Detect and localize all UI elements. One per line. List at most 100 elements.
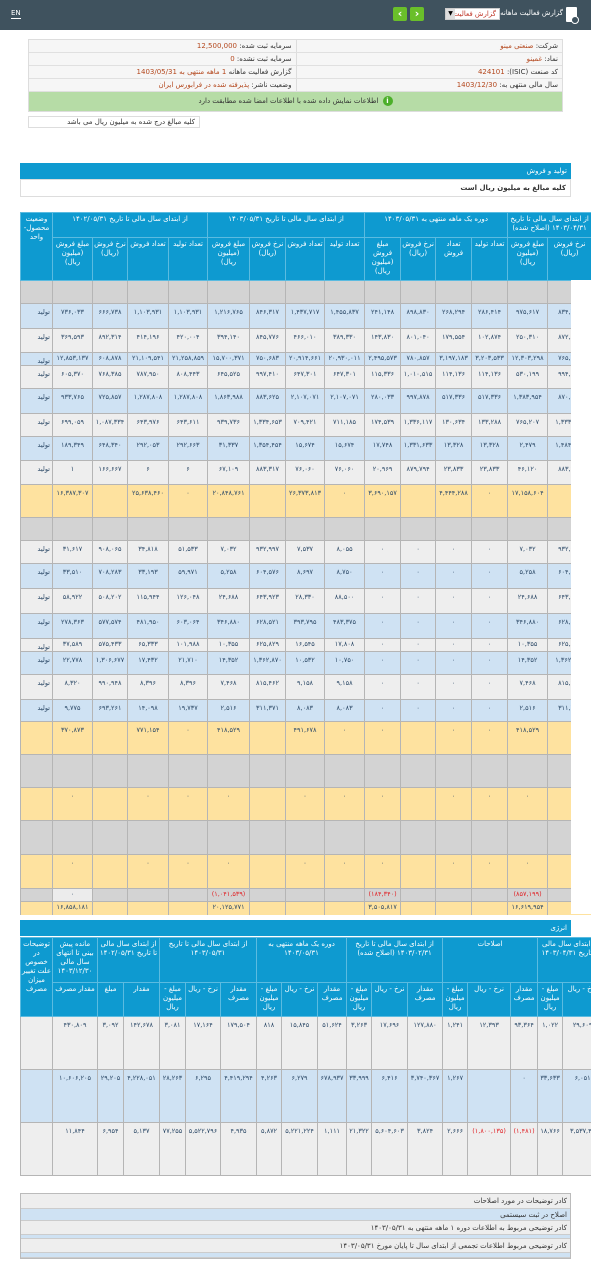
table-cell	[400, 820, 437, 855]
table-cell: ۹۹۷,۸۷۸	[400, 388, 437, 414]
table-cell: ۸۹۸,۸۳۰	[400, 303, 437, 329]
product-status: تولید	[20, 674, 53, 700]
table-cell: ۹,۱۵۸	[324, 674, 366, 700]
table-cell	[167, 888, 209, 902]
table-cell	[249, 280, 287, 304]
column-header: مبلغ - میلیون ریال	[159, 982, 186, 1017]
table-cell: ۰	[471, 674, 509, 700]
table-cell: ۰	[400, 674, 437, 700]
table-cell: ۱۵,۸۴۵	[281, 1016, 319, 1070]
column-header: نرخ - ریال	[562, 982, 591, 1017]
table-cell: ۰	[324, 787, 366, 821]
description-header: توضیحات در خصوص علت تغییر میزان مصرف	[20, 937, 53, 1017]
table-row: تولید ۶۹۹,۰۵۹ ۱,۰۸۷,۳۳۴ ۶۴۳,۹۷۶ ۶۴۳,۶۱۱ ۹۳۹,۷…	[20, 413, 591, 437]
table-cell: ۰	[364, 854, 402, 889]
table-cell	[400, 280, 437, 304]
table-cell: ۶۴۷,۳۰۱	[285, 365, 326, 389]
table-cell: ۱,۲۴۱	[442, 1016, 469, 1070]
table-cell	[435, 517, 473, 541]
table-cell: ۰	[364, 674, 402, 700]
table-cell: ۸,۰۵۵	[324, 540, 366, 564]
production-unit-note: کلیه مبالغ به میلیون ریال است	[20, 179, 571, 197]
table-cell	[92, 280, 128, 304]
table-cell: ۳۷,۵۸۹	[52, 638, 93, 652]
table-row	[20, 517, 591, 541]
table-cell: ۲۸۰,۰۳۳	[364, 388, 402, 414]
period-group-header: دوره یک ماهه منتهی به ۱۴۰۳/۰۵/۳۱	[256, 937, 348, 983]
table-cell: ۵,۲۵۸	[207, 563, 251, 589]
product-status	[20, 888, 53, 902]
table-row: تولید ۶۰۵,۳۷۰ ۷۶۸,۳۸۵ ۷۸۷,۹۵۰ ۸۰۸,۴۴۳ ۶۴۵,۵۲۵…	[20, 365, 591, 389]
table-cell: ۷۶۸,۳۸۵	[92, 365, 128, 389]
company-name[interactable]: صنعتی مینو	[500, 42, 533, 50]
table-cell: ۰	[507, 854, 549, 889]
table-cell: ۶,۹۵۴	[97, 1122, 124, 1176]
table-cell	[127, 888, 169, 902]
table-cell: ۶۹۳,۲۶۱	[92, 699, 128, 722]
table-cell: ۸۱۵,۴۶۲	[249, 674, 287, 700]
table-cell: ۵۷۷,۵۷۴	[92, 613, 128, 639]
symbol-value[interactable]: غمینو	[527, 55, 543, 63]
table-cell	[364, 280, 402, 304]
table-cell: ۱۳۰,۶۳۴	[435, 413, 473, 437]
column-header: مقدار مصرف	[219, 982, 258, 1017]
table-cell: ۳۱۱,۳۷۱	[249, 699, 287, 722]
table-cell: ۲۷۸,۳۶۳	[52, 613, 93, 639]
table-cell	[507, 820, 549, 855]
clipboard-icon	[566, 7, 579, 24]
table-cell: ۷۵۰,۶۸۳	[249, 352, 287, 366]
table-cell	[249, 888, 287, 902]
table-cell: ۹۳,۳۶۴	[510, 1016, 539, 1070]
report-type-select[interactable]: گزارش فعالیت ▼	[445, 8, 500, 20]
table-cell: ۲۵,۶۳۸,۴۶۰	[127, 484, 169, 518]
period-group-header: از ابتدای سال مالی تا تاریخ ۱۴۰۳/۰۵/۳۱	[207, 212, 366, 238]
table-cell: ۶۷۸,۹۳۷	[317, 1069, 348, 1123]
column-header: تعداد تولید	[471, 237, 509, 281]
table-cell	[507, 754, 549, 788]
column-header: نرخ - ریال	[467, 982, 512, 1017]
table-cell	[249, 787, 287, 821]
table-cell: ۱,۳۸۳,۹۵۴	[507, 388, 549, 414]
table-cell: ۱۰۲,۸۷۴	[471, 328, 509, 353]
table-cell: ۳۱,۶۱۷	[52, 540, 93, 564]
column-header: مقدار مصرف	[52, 982, 98, 1017]
table-cell: ۱۰,۷۵۰	[324, 651, 366, 675]
table-cell: ۳۷۰,۸۷۳	[52, 721, 93, 755]
table-cell: ۳۴,۸۱۸	[127, 540, 169, 564]
prev-button[interactable]: ‹	[393, 7, 407, 21]
table-cell	[400, 721, 437, 755]
table-cell: ۶	[127, 460, 169, 485]
table-cell	[249, 721, 287, 755]
chevron-right-icon: ›	[414, 7, 420, 20]
table-cell: ۶۲۵,۸۲۹	[249, 638, 287, 652]
table-cell: ۴,۲۶۳	[256, 1069, 283, 1123]
table-cell: ۶۰۳,۰۶۴	[167, 613, 209, 639]
table-cell: ۰	[400, 699, 437, 722]
table-cell: ۷,۴۶۸	[507, 674, 549, 700]
table-cell: ۱۰,۳۵۵	[207, 638, 251, 652]
language-toggle[interactable]: EN	[11, 9, 21, 19]
table-cell: ۱,۴۵۵,۸۳۷	[324, 303, 366, 329]
table-cell	[167, 517, 209, 541]
next-button[interactable]: ›	[410, 7, 424, 21]
table-cell	[92, 787, 128, 821]
table-cell: ۷۸۰,۸۵۷	[400, 352, 437, 366]
table-cell	[285, 517, 326, 541]
fiscal-year-value: 1403/12/30	[456, 81, 498, 89]
table-cell: ۱۰,۶۰۶,۲۰۵	[52, 1069, 98, 1123]
product-status: تولید	[20, 303, 53, 329]
table-cell	[435, 901, 473, 915]
table-cell: ۷,۴۶۸	[207, 674, 251, 700]
table-cell	[127, 754, 169, 788]
table-cell: ۰	[127, 787, 169, 821]
table-cell: ۶۷,۱۰۹	[207, 460, 251, 485]
table-cell: ۱۱۵,۳۳۶	[364, 365, 402, 389]
table-cell: ۲۱,۲۵۸,۸۵۹	[167, 352, 209, 366]
table-cell: ۶۴۳,۹۷۶	[127, 413, 169, 437]
table-cell: ۱۴,۰۹۸	[127, 699, 169, 722]
table-cell: ۸۹۲,۳۱۴	[92, 328, 128, 353]
table-cell: ۶۰۴,۵۷۶	[249, 563, 287, 589]
table-cell: ۱۲,۸۵۳,۱۳۷	[52, 352, 93, 366]
column-header: مبلغ فروش (میلیون ریال)	[207, 237, 251, 281]
table-cell: ۰	[471, 540, 509, 564]
